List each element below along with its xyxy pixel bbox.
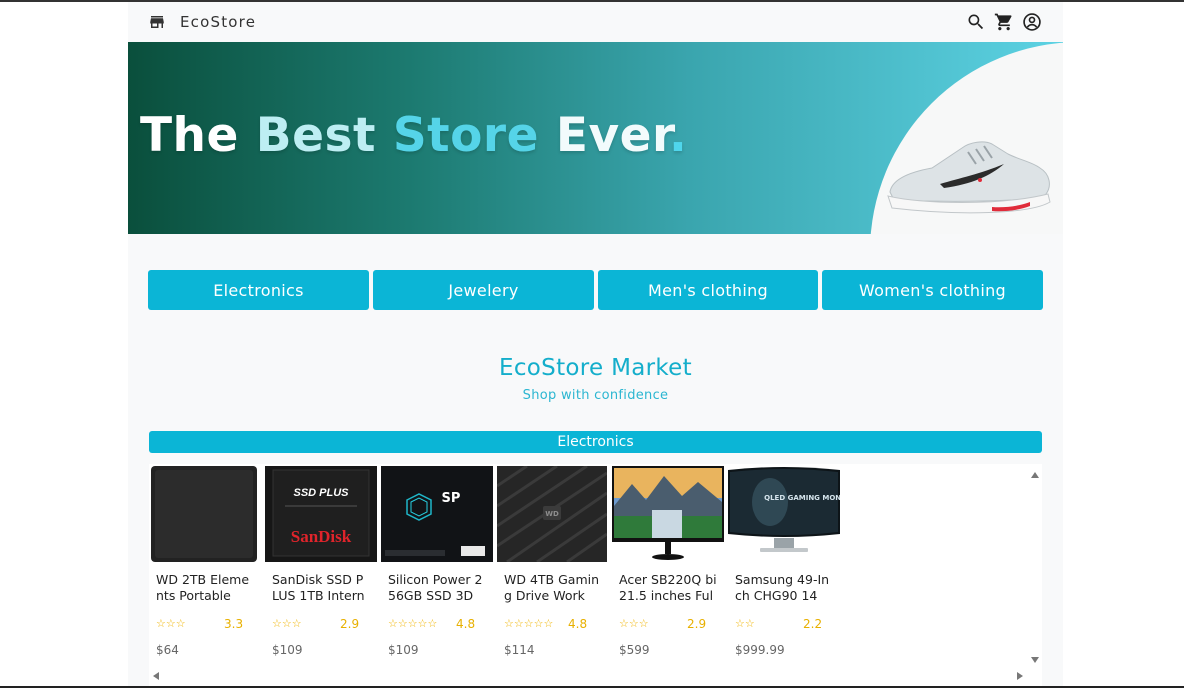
rating-stars: ☆☆☆ xyxy=(619,617,649,630)
hero-title: The Best Store Ever. xyxy=(140,108,687,163)
product-card[interactable]: SSD PLUS SanDisk SanDisk SSD PLUS 1TB In… xyxy=(265,466,377,668)
product-card[interactable]: SP Silicon Power 256GB SSD 3D ... ☆☆☆☆☆ … xyxy=(381,466,493,668)
product-name[interactable]: Samsung 49-Inch CHG90 144... xyxy=(735,572,833,604)
product-scroller[interactable]: WD 2TB Elements Portable E... ☆☆☆ 3.3 $6… xyxy=(149,464,1042,686)
sneaker-image xyxy=(887,141,1051,214)
hero-word: The xyxy=(140,108,239,163)
product-card[interactable]: QLED GAMING MONITOR Samsung 49-Inch CHG9… xyxy=(728,466,840,668)
product-name[interactable]: WD 2TB Elements Portable E... xyxy=(156,572,254,604)
scroll-right-arrow[interactable] xyxy=(1017,672,1023,680)
scroll-left-arrow[interactable] xyxy=(153,672,159,680)
product-card[interactable]: WD WD 4TB Gaming Drive Works... ☆☆☆☆☆ 4.… xyxy=(497,466,607,668)
rating-value: 2.2 xyxy=(803,617,823,631)
rating-value: 4.8 xyxy=(568,617,588,631)
product-image[interactable] xyxy=(149,466,259,562)
category-button-mens-clothing[interactable]: Men's clothing xyxy=(598,270,818,310)
category-button-womens-clothing[interactable]: Women's clothing xyxy=(822,270,1043,310)
rating-stars: ☆☆☆ xyxy=(156,617,186,630)
rating-stars: ☆☆☆☆☆ xyxy=(388,617,438,630)
product-price: $64 xyxy=(156,643,179,657)
product-name[interactable]: Silicon Power 256GB SSD 3D ... xyxy=(388,572,486,604)
market-subtitle: Shop with confidence xyxy=(522,388,669,403)
product-image[interactable]: SP xyxy=(381,466,493,562)
section-header-electronics: Electronics xyxy=(149,431,1042,453)
product-price: $109 xyxy=(388,643,419,657)
category-button-jewelery[interactable]: Jewelery xyxy=(373,270,594,310)
hero-banner: The Best Store Ever. xyxy=(128,42,1063,234)
product-image[interactable]: WD xyxy=(497,466,607,562)
rating-value: 2.9 xyxy=(340,617,360,631)
market-title: EcoStore Market xyxy=(499,355,692,381)
product-card[interactable]: WD 2TB Elements Portable E... ☆☆☆ 3.3 $6… xyxy=(149,466,259,668)
product-price: $114 xyxy=(504,643,535,657)
product-card[interactable]: Acer SB220Q bi 21.5 inches Full... ☆☆☆ 2… xyxy=(612,466,724,668)
product-name[interactable]: WD 4TB Gaming Drive Works... xyxy=(504,572,602,604)
product-name[interactable]: SanDisk SSD PLUS 1TB Interna... xyxy=(272,572,370,604)
brand-name[interactable]: EcoStore xyxy=(180,13,256,31)
scroll-up-arrow[interactable] xyxy=(1031,472,1039,478)
cart-icon[interactable] xyxy=(994,12,1014,32)
product-image[interactable] xyxy=(612,466,724,562)
hero-word: Best xyxy=(255,108,376,163)
page: EcoStore The Best Store Ever. Electronic… xyxy=(128,2,1063,686)
rating-stars: ☆☆☆ xyxy=(272,617,302,630)
product-name[interactable]: Acer SB220Q bi 21.5 inches Full... xyxy=(619,572,717,604)
account-icon[interactable] xyxy=(1022,12,1042,32)
rating-value: 4.8 xyxy=(456,617,476,631)
product-image[interactable]: SSD PLUS SanDisk xyxy=(265,466,377,562)
rating-value: 2.9 xyxy=(687,617,707,631)
rating-value: 3.3 xyxy=(224,617,244,631)
hero-word: . xyxy=(668,108,688,163)
scroll-down-arrow[interactable] xyxy=(1031,657,1039,663)
category-button-electronics[interactable]: Electronics xyxy=(148,270,369,310)
wd-logo: WD xyxy=(545,510,559,518)
rating-stars: ☆☆ xyxy=(735,617,755,630)
product-image[interactable]: QLED GAMING MONITOR xyxy=(728,466,840,562)
hero-word: Ever xyxy=(555,108,669,163)
sandisk-brand: SanDisk xyxy=(291,527,352,546)
hero-word: Store xyxy=(392,108,539,163)
product-price: $109 xyxy=(272,643,303,657)
sandisk-label: SSD PLUS xyxy=(293,487,349,499)
sp-logo: SP xyxy=(442,491,461,506)
product-price: $599 xyxy=(619,643,650,657)
samsung-screen-text: QLED GAMING MONITOR xyxy=(764,494,840,502)
search-icon[interactable] xyxy=(966,12,986,32)
store-icon[interactable] xyxy=(148,13,166,31)
rating-stars: ☆☆☆☆☆ xyxy=(504,617,554,630)
navbar: EcoStore xyxy=(128,2,1063,42)
product-price: $999.99 xyxy=(735,643,785,657)
